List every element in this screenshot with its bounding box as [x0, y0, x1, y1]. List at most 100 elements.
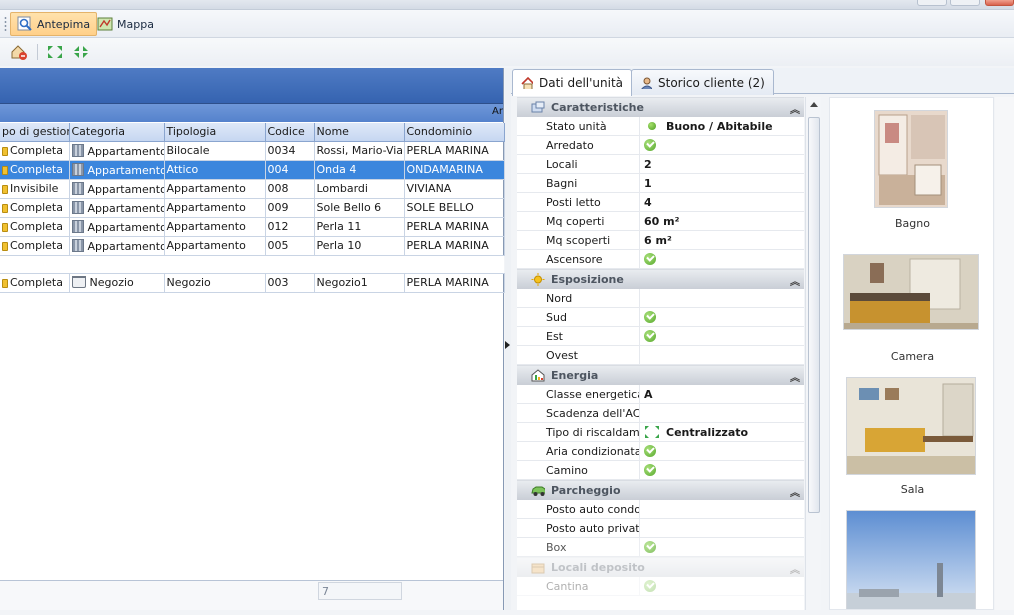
prop-row-stato[interactable]: Stato unità Buono / Abitabile	[517, 117, 804, 136]
prop-row-riscaldamento[interactable]: Tipo di riscaldamen Centralizzato	[517, 423, 804, 442]
expand-icon[interactable]	[46, 44, 64, 60]
prop-label: Posto auto privato	[517, 519, 640, 537]
prop-row-mq-scoperti[interactable]: Mq scoperti 6 m²	[517, 231, 804, 250]
prop-row-locali[interactable]: Locali 2	[517, 155, 804, 174]
maximize-button[interactable]	[950, 0, 980, 6]
section-locali-deposito[interactable]: Locali deposito ︽	[517, 557, 804, 577]
prop-label: Nord	[517, 289, 640, 307]
prop-row-bagni[interactable]: Bagni 1	[517, 174, 804, 193]
prop-label: Tipo di riscaldamen	[517, 423, 640, 441]
photo-camera[interactable]	[843, 254, 979, 330]
table-row[interactable]: Invisibile Appartamento Appartamento 008…	[0, 179, 505, 199]
collapse-chevron-icon[interactable]: ︽	[790, 273, 800, 288]
cell-nome: Perla 11	[314, 217, 405, 237]
person-icon	[641, 77, 652, 89]
magnifier-icon	[17, 16, 32, 31]
collapse-chevron-icon[interactable]: ︽	[790, 369, 800, 384]
prop-value	[640, 519, 804, 537]
property-panel: Caratteristiche ︽ Stato unità Buono / Abi…	[517, 97, 804, 610]
prop-value: A	[644, 387, 653, 401]
cell-categoria: Appartamento	[69, 141, 165, 161]
section-parcheggio[interactable]: Parcheggio ︽	[517, 480, 804, 500]
scroll-thumb[interactable]	[808, 117, 820, 513]
splitter-arrow-icon[interactable]	[505, 341, 510, 349]
cell-gestione-text: Invisibile	[10, 182, 59, 195]
prop-row-ascensore[interactable]: Ascensore	[517, 250, 804, 269]
prop-row-sud[interactable]: Sud	[517, 308, 804, 327]
prop-row-est[interactable]: Est	[517, 327, 804, 346]
prop-row-scadenza[interactable]: Scadenza dell'ACE	[517, 404, 804, 423]
group-spacer-row	[0, 255, 504, 274]
prop-row-ovest[interactable]: Ovest	[517, 346, 804, 365]
action-toolbar	[0, 38, 1014, 66]
house-delete-icon[interactable]	[10, 44, 28, 60]
column-header-nome[interactable]: Nome	[314, 123, 405, 142]
building-icon	[71, 238, 84, 252]
cell-gestione: Completa	[0, 236, 70, 256]
close-button[interactable]	[985, 0, 1014, 6]
column-header-condominio[interactable]: Condominio	[404, 123, 505, 142]
collapse-chevron-icon[interactable]: ︽	[790, 484, 800, 499]
prop-row-mq-coperti[interactable]: Mq coperti 60 m²	[517, 212, 804, 231]
collapse-chevron-icon[interactable]: ︽	[790, 101, 800, 116]
section-esposizione[interactable]: Esposizione ︽	[517, 269, 804, 289]
table-row[interactable]: Completa Appartamento Appartamento 005 P…	[0, 236, 505, 256]
map-button[interactable]: Mappa	[90, 12, 161, 36]
prop-label: Posto auto condom	[517, 500, 640, 518]
collapse-icon[interactable]	[72, 44, 90, 60]
cell-gestione: Completa	[0, 273, 70, 293]
prop-value	[640, 577, 804, 595]
gallery-scrollbar[interactable]	[995, 97, 1014, 610]
property-scrollbar[interactable]	[805, 97, 821, 610]
tab-client-history[interactable]: Storico cliente (2)	[631, 69, 774, 95]
table-row[interactable]: Completa Appartamento Appartamento 012 P…	[0, 217, 505, 237]
building-icon	[71, 162, 84, 176]
prop-value-text: Buono / Abitabile	[666, 119, 773, 133]
table-row[interactable]: Completa Appartamento Bilocale 0034 Ross…	[0, 141, 505, 161]
prop-row-posto-condominio[interactable]: Posto auto condom	[517, 500, 804, 519]
pane-splitter[interactable]	[505, 68, 511, 610]
prop-row-cantina[interactable]: Cantina	[517, 577, 804, 596]
prop-value	[640, 500, 804, 518]
column-header-gestione[interactable]: po di gestione	[0, 123, 70, 142]
table-row-selected[interactable]: Completa Appartamento Attico 004 Onda 4 …	[0, 160, 505, 180]
scroll-up-icon[interactable]	[810, 102, 818, 107]
cell-nome: Onda 4	[314, 160, 405, 180]
building-icon	[71, 143, 84, 157]
column-header-tipologia[interactable]: Tipologia	[164, 123, 266, 142]
prop-row-classe[interactable]: Classe energetica A	[517, 385, 804, 404]
column-header-codice[interactable]: Codice	[265, 123, 315, 142]
table-row[interactable]: Completa Appartamento Appartamento 009 S…	[0, 198, 505, 218]
prop-row-aria[interactable]: Aria condizionata	[517, 442, 804, 461]
prop-row-nord[interactable]: Nord	[517, 289, 804, 308]
section-caratteristiche[interactable]: Caratteristiche ︽	[517, 97, 804, 117]
prop-label: Est	[517, 327, 640, 345]
prop-row-arredato[interactable]: Arredato	[517, 136, 804, 155]
column-header-categoria[interactable]: Categoria	[69, 123, 165, 142]
prop-row-camino[interactable]: Camino	[517, 461, 804, 480]
toolbar-grip[interactable]	[4, 16, 7, 32]
photo-vista-mare[interactable]	[846, 510, 976, 610]
section-energia[interactable]: Energia ︽	[517, 365, 804, 385]
table-row[interactable]: Completa Negozio Negozio 003 Negozio1 PE…	[0, 273, 505, 293]
prop-row-box[interactable]: Box	[517, 538, 804, 557]
cell-categoria: Negozio	[69, 273, 165, 293]
cell-codice: 0034	[265, 141, 315, 161]
grid-group-header	[0, 68, 503, 104]
photo-sala[interactable]	[846, 377, 976, 475]
photo-caption: Camera	[890, 350, 935, 363]
tab-unit-data[interactable]: Dati dell'unità	[512, 69, 633, 96]
cell-categoria: Appartamento	[69, 160, 165, 180]
units-grid-pane: Ar po di gestione Categoria Tipologia Co…	[0, 68, 505, 610]
cell-gestione-text: Completa	[10, 163, 63, 176]
prop-value	[640, 346, 804, 364]
prop-label: Sud	[517, 308, 640, 326]
photo-bagno[interactable]	[874, 110, 948, 208]
cell-nome: Perla 10	[314, 236, 405, 256]
prop-row-posto-privato[interactable]: Posto auto privato	[517, 519, 804, 538]
minimize-button[interactable]	[917, 0, 947, 6]
preview-button[interactable]: Antepima	[10, 12, 98, 36]
prop-row-posti[interactable]: Posti letto 4	[517, 193, 804, 212]
check-icon	[644, 311, 656, 323]
collapse-chevron-icon[interactable]: ︽	[790, 561, 800, 576]
